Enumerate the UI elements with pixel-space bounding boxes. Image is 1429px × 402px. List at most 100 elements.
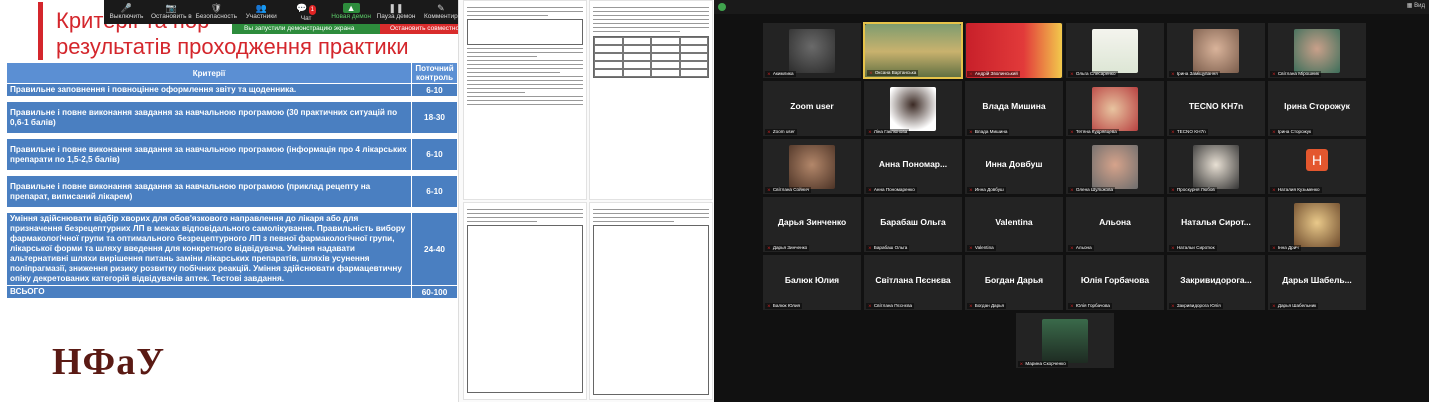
participant-label-text: Інна Дрич: [1277, 245, 1299, 250]
toolbar-label: Выключить: [109, 13, 144, 20]
share-status-text: Вы запустили демонстрацию экрана: [244, 25, 355, 32]
participant-display-name: Альона: [1099, 217, 1131, 227]
participant-label-text: Ірина Сторожук: [1277, 129, 1312, 134]
participant-label-text: Балюк Юлия: [772, 303, 801, 308]
participant-tile[interactable]: Світлана Пєснєва ⨯ Світлана Пєснєва: [863, 254, 963, 311]
toolbar-annotate-button[interactable]: ✎ Комментир: [418, 0, 463, 20]
muted-mic-icon: ⨯: [1272, 187, 1276, 192]
criteria-text: Уміння здійснювати відбір хворих для обо…: [6, 212, 412, 286]
participant-label-text: Дарья Зинченко: [772, 245, 808, 250]
muted-mic-icon: ⨯: [868, 245, 872, 250]
participant-tile[interactable]: Барабаш Ольга ⨯ Барабаш Ольга: [863, 196, 963, 253]
criteria-text: Правильне і повне виконання завдання за …: [6, 101, 412, 134]
toolbar-share-screen-button[interactable]: ▲ Новая демон: [329, 0, 374, 20]
participant-tile[interactable]: Альона ⨯ Альона: [1065, 196, 1165, 253]
zoom-gallery: ▦ Вид ⨯ Акимлика ⨯ Оксана Вартанська ⨯ Андрій…: [714, 0, 1429, 402]
participant-label-text: Акимлика: [772, 71, 794, 76]
encryption-shield-icon: [718, 3, 726, 11]
participant-tile[interactable]: Инна Довбуш ⨯ Инна Довбуш: [964, 138, 1064, 195]
participant-tile[interactable]: Valentina ⨯ Valentina: [964, 196, 1064, 253]
chat-icon: 💬 1: [296, 3, 316, 15]
muted-mic-icon: ⨯: [869, 70, 873, 75]
chat-unread-badge: 1: [308, 5, 316, 15]
participant-name-label: ⨯ Олена Шульжова: [1068, 187, 1116, 193]
participant-name-label: ⨯ Ірина Заміщування: [1169, 71, 1220, 77]
participant-label-text: Андрій Зволинський: [974, 71, 1018, 76]
participant-label-text: Закривидорога Юлія: [1176, 303, 1221, 308]
participant-tile[interactable]: Zoom user ⨯ Zoom user: [762, 80, 862, 137]
criteria-row: Правильне заповнення і повноцінне оформл…: [6, 83, 458, 97]
participant-name-label: ⨯ Инна Довбуш: [967, 187, 1006, 193]
criteria-text: Правильне і повне виконання завдання за …: [6, 138, 412, 171]
muted-mic-icon: ⨯: [1070, 245, 1074, 250]
participant-tile[interactable]: ⨯ Світлана Мірошник: [1267, 22, 1367, 79]
participant-tile[interactable]: Закривидорога... ⨯ Закривидорога Юлія: [1166, 254, 1266, 311]
toolbar-label: Пауза демон: [376, 13, 416, 20]
participant-display-name: Юлія Горбачова: [1080, 275, 1150, 285]
participant-tile[interactable]: ⨯ Олена Шульжова: [1065, 138, 1165, 195]
muted-mic-icon: ⨯: [868, 187, 872, 192]
toolbar-pause-button[interactable]: ❚❚ Пауза демон: [374, 0, 419, 20]
participant-name-label: ⨯ Акимлика: [765, 71, 796, 77]
participant-display-name: Балюк Юлия: [784, 275, 840, 285]
participant-label-text: Valentina: [974, 245, 994, 250]
shield-icon: 🛡: [210, 3, 223, 13]
participant-name-label: ⨯ Андрій Зволинський: [967, 71, 1020, 77]
muted-mic-icon: ⨯: [767, 303, 771, 308]
participant-tile[interactable]: ⨯ Акимлика: [762, 22, 862, 79]
participant-tile[interactable]: Балюк Юлия ⨯ Балюк Юлия: [762, 254, 862, 311]
view-button[interactable]: ▦ Вид: [1407, 2, 1425, 9]
participant-tile[interactable]: ⨯ Оксана Вартанська: [863, 22, 963, 79]
participant-tile[interactable]: ⨯ Андрій Зволинський: [964, 22, 1064, 79]
participant-tile[interactable]: Дарья Зинченко ⨯ Дарья Зинченко: [762, 196, 862, 253]
toolbar-mic-button[interactable]: 🎤 Выключить: [104, 0, 149, 20]
participant-tile[interactable]: Анна Пономар... ⨯ Анна Пономаренко: [863, 138, 963, 195]
participant-tile[interactable]: ⨯ Ірина Заміщування: [1166, 22, 1266, 79]
toolbar-participants-button[interactable]: 👥 Участники: [239, 0, 284, 20]
document-page-1: [463, 0, 587, 200]
participant-display-name: Наталья Сирот...: [1181, 217, 1251, 227]
participant-tile[interactable]: Ірина Сторожук ⨯ Ірина Сторожук: [1267, 80, 1367, 137]
participant-tile[interactable]: ⨯ Інна Дрич: [1267, 196, 1367, 253]
participant-label-text: Богдан Дарья: [974, 303, 1005, 308]
muted-mic-icon: ⨯: [1272, 71, 1276, 76]
participant-label-text: Zoom user: [772, 129, 795, 134]
muted-mic-icon: ⨯: [767, 245, 771, 250]
participant-name-label: ⨯ Альона: [1068, 245, 1094, 251]
participant-tile[interactable]: ⨯ Ліна Гаклюнова: [863, 80, 963, 137]
participant-tile[interactable]: H ⨯ Наталия Кузьменко: [1267, 138, 1367, 195]
presentation-slide: Критерії та пор результатів проходження …: [0, 0, 458, 402]
toolbar-chat-button[interactable]: 💬 1 Чат: [284, 0, 329, 22]
participants-icon: 👥: [255, 3, 267, 13]
criteria-score: 18-30: [411, 101, 458, 134]
share-screen-icon: ▲: [342, 3, 360, 13]
participant-tile[interactable]: Юлія Горбачова ⨯ Юлія Горбачова: [1065, 254, 1165, 311]
muted-mic-icon: ⨯: [1070, 187, 1074, 192]
participant-name-label: ⨯ TECNO KH7n: [1169, 129, 1208, 135]
participant-video: [1092, 87, 1138, 131]
participant-tile[interactable]: Влада Мишина ⨯ Влада Мишина: [964, 80, 1064, 137]
participant-tile[interactable]: ⨯ Ольга Слесаренко: [1065, 22, 1165, 79]
muted-mic-icon: ⨯: [1171, 245, 1175, 250]
participant-label-text: Дарья Шабельник: [1277, 303, 1317, 308]
participant-video: [1294, 29, 1340, 73]
participant-tile[interactable]: TECNO KH7n ⨯ TECNO KH7n: [1166, 80, 1266, 137]
participant-tile[interactable]: ⨯ Світлана Сойнич: [762, 138, 862, 195]
participant-tile[interactable]: ⨯ Тетяна Кудрявцева: [1065, 80, 1165, 137]
participant-tile[interactable]: ⨯ Марина Скорченко: [1014, 312, 1115, 369]
participant-tile[interactable]: ⨯ Проскурня Любов: [1166, 138, 1266, 195]
toolbar-video-button[interactable]: 📷 Остановить в: [149, 0, 194, 20]
participant-label-text: Натальи Сиротюк: [1176, 245, 1215, 250]
toolbar-shield-button[interactable]: 🛡 Безопасность: [194, 0, 239, 20]
participant-tile[interactable]: Дарья Шабель... ⨯ Дарья Шабельник: [1267, 254, 1367, 311]
participant-name-label: ⨯ Світлана Сойнич: [765, 187, 812, 193]
participant-tile[interactable]: Наталья Сирот... ⨯ Натальи Сиротюк: [1166, 196, 1266, 253]
participant-video: [1193, 145, 1239, 189]
participant-tile[interactable]: Богдан Дарья ⨯ Богдан Дарья: [964, 254, 1064, 311]
criteria-score: 6-10: [411, 175, 458, 208]
participant-name-label: ⨯ Ліна Гаклюнова: [866, 129, 910, 135]
control-header: Поточний контроль: [411, 62, 458, 84]
muted-mic-icon: ⨯: [969, 303, 973, 308]
participant-display-name: Анна Пономар...: [878, 159, 948, 169]
muted-mic-icon: ⨯: [767, 187, 771, 192]
